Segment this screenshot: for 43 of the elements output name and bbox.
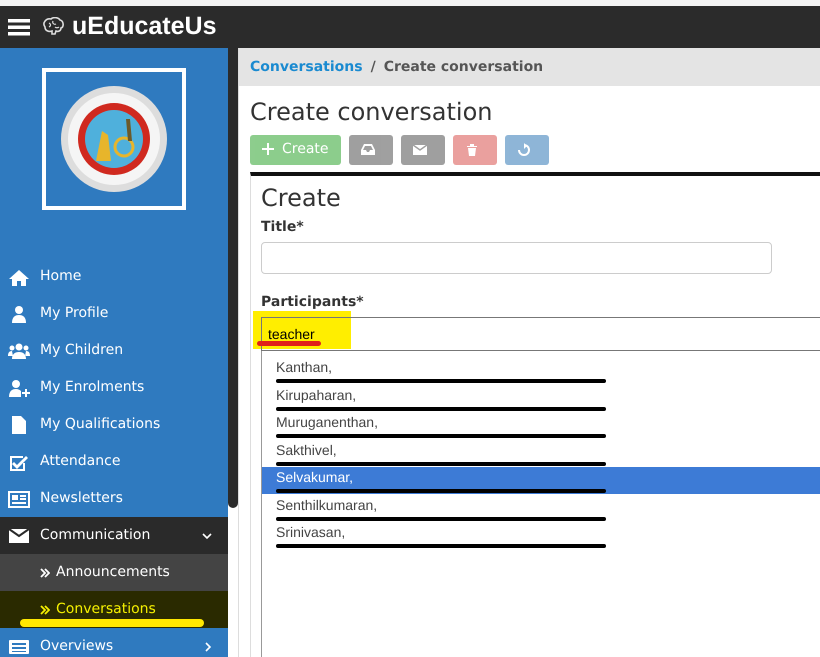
page-title: Create conversation bbox=[250, 98, 494, 127]
dropdown-option[interactable]: Kirupaharan, bbox=[262, 384, 820, 412]
plus-icon bbox=[262, 142, 276, 157]
sidebar-item[interactable]: Overviews bbox=[0, 628, 228, 657]
sidebar-item[interactable]: Attendance bbox=[0, 443, 228, 480]
dropdown-option[interactable]: Sakthivel, bbox=[262, 439, 820, 467]
newspaper-icon bbox=[8, 490, 30, 508]
chevron-down-icon bbox=[202, 532, 212, 540]
menu-icon[interactable] bbox=[8, 18, 30, 36]
double-chevron-icon bbox=[40, 604, 50, 614]
field-label: Participants* bbox=[261, 292, 365, 312]
submenu-item[interactable]: Announcements bbox=[0, 554, 228, 591]
sidebar-item[interactable]: My Enrolments bbox=[0, 369, 228, 406]
brain-icon bbox=[42, 17, 64, 37]
title-field[interactable] bbox=[261, 242, 772, 274]
sidebar-item[interactable]: Home bbox=[0, 258, 228, 295]
double-chevron-icon bbox=[40, 568, 50, 578]
add-person-icon bbox=[8, 378, 30, 396]
dropdown-option[interactable]: Kanthan, bbox=[262, 356, 820, 384]
dropdown-option[interactable]: Srinivasan, bbox=[262, 522, 820, 550]
people-icon bbox=[8, 342, 30, 360]
scrollbar-thumb[interactable] bbox=[228, 48, 238, 508]
envelope-icon bbox=[8, 526, 30, 544]
dropdown-option[interactable]: Selvakumar, bbox=[262, 466, 820, 494]
chevron-right-icon bbox=[204, 642, 212, 652]
home-icon bbox=[8, 268, 30, 286]
trash-icon bbox=[464, 142, 479, 157]
form-heading: Create bbox=[261, 184, 342, 213]
app-title: uEducateUs bbox=[72, 11, 216, 42]
breadcrumb-link[interactable]: Conversations bbox=[250, 56, 363, 78]
envelope-icon bbox=[412, 142, 427, 157]
field-label: Title* bbox=[261, 218, 305, 237]
inbox-icon bbox=[360, 142, 375, 157]
sidebar-item[interactable]: My Children bbox=[0, 332, 228, 369]
participants-field[interactable]: teacher bbox=[261, 316, 820, 351]
dropdown-option[interactable]: Senthilkumaran, bbox=[262, 494, 820, 522]
sidebar-item[interactable]: Communication bbox=[0, 517, 228, 554]
sidebar-item[interactable]: My Profile bbox=[0, 295, 228, 332]
sidebar-item[interactable]: My Qualifications bbox=[0, 406, 228, 443]
breadcrumb-current: Create conversation bbox=[384, 58, 544, 76]
breadcrumb-separator: / bbox=[370, 58, 376, 76]
sidebar-item[interactable]: Newsletters bbox=[0, 480, 228, 517]
dropdown-option[interactable]: Muruganenthan, bbox=[262, 412, 820, 440]
